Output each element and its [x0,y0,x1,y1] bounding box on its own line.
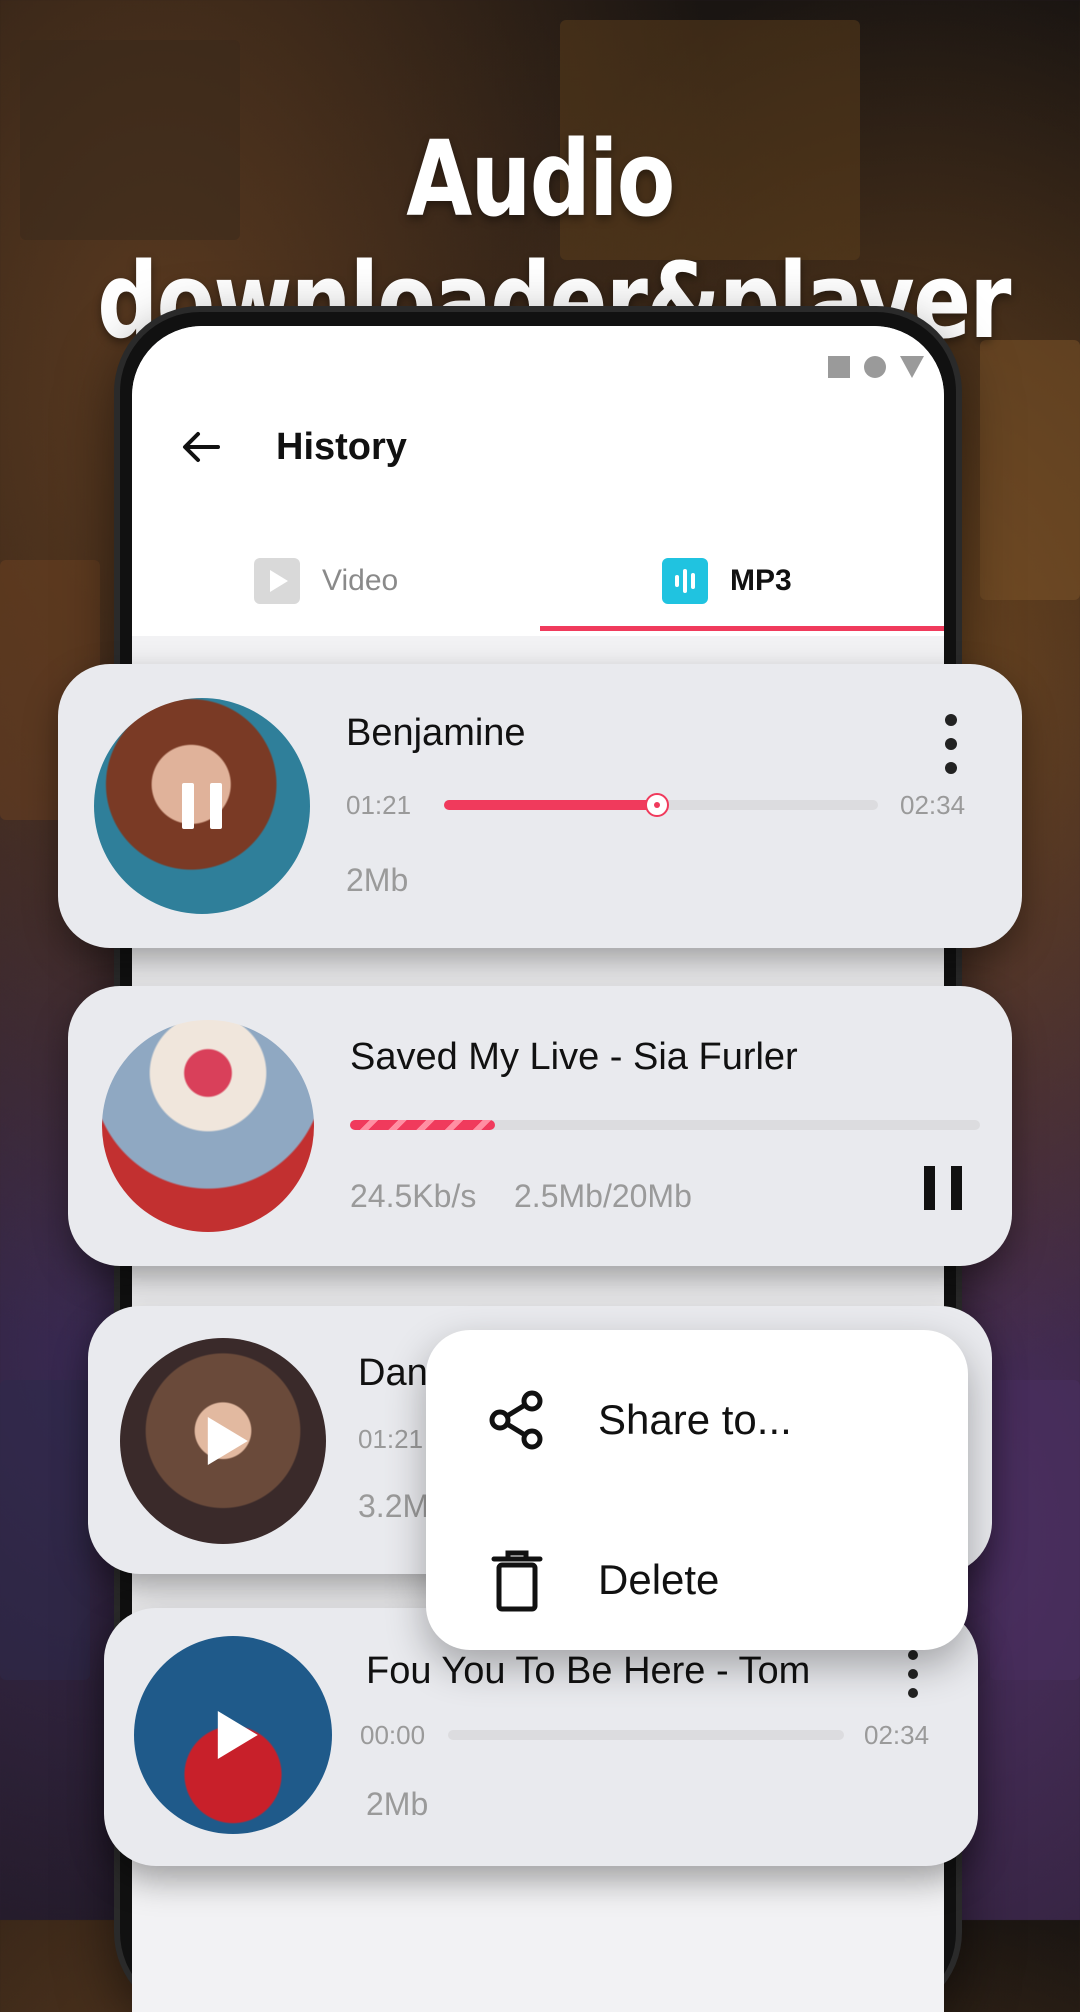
avatar[interactable] [102,1020,314,1232]
circle-icon [864,356,886,378]
download-progress-track [350,1120,980,1130]
list-item[interactable]: Benjamine 01:21 02:34 2Mb [58,664,1022,948]
download-speed: 24.5Kb/s [350,1178,477,1214]
pause-download-icon[interactable] [924,1166,962,1210]
elapsed-time: 01:21 [358,1424,424,1454]
share-label: Share to... [598,1396,792,1443]
pause-icon[interactable] [182,783,222,829]
avatar[interactable] [134,1636,332,1834]
track-title: Fou You To Be Here - Tom [366,1650,811,1692]
file-size: 2Mb [346,862,409,898]
trash-icon [491,1550,543,1612]
track-title: Saved My Live - Sia Furler [350,1036,798,1078]
video-icon [254,558,300,604]
download-progress-fill [350,1120,495,1130]
context-menu: Share to... Delete [426,1330,968,1650]
play-icon[interactable] [217,1711,258,1759]
progress-fill [444,800,657,810]
play-icon[interactable] [207,1417,248,1465]
download-amount: 2.5Mb/20Mb [514,1178,692,1214]
track-title: Benjamine [346,712,526,754]
avatar[interactable] [94,698,310,914]
background-decor [980,340,1080,600]
page-title: History [276,426,407,468]
background-decor [990,1380,1080,1680]
menu-item-delete[interactable]: Delete [426,1510,968,1650]
file-size: 2Mb [366,1786,429,1822]
app-header: History Video MP3 [132,326,944,636]
square-icon [828,356,850,378]
tab-mp3[interactable]: MP3 [662,536,792,626]
elapsed-time: 00:00 [360,1720,426,1750]
mp3-icon [662,558,708,604]
triangle-icon [900,356,924,378]
background-decor [0,1380,90,1680]
progress-track[interactable] [444,793,878,817]
tab-video-label: Video [322,564,399,597]
more-options-icon[interactable] [936,714,966,774]
seek-thumb[interactable] [644,793,669,817]
file-size: 3.2M [358,1488,430,1524]
track-title: Dani [358,1352,437,1394]
menu-item-share[interactable]: Share to... [426,1350,968,1490]
more-options-icon[interactable] [898,1650,928,1698]
status-bar [828,356,924,378]
tab-mp3-label: MP3 [730,564,792,597]
duration-time: 02:34 [900,790,966,820]
tab-indicator [540,626,944,631]
tab-bar: Video MP3 [132,536,944,626]
delete-label: Delete [598,1556,720,1603]
list-item[interactable]: Saved My Live - Sia Furler 24.5Kb/s 2.5M… [68,986,1012,1266]
duration-time: 02:34 [864,1720,930,1750]
progress-track[interactable] [448,1730,844,1740]
tab-video[interactable]: Video [254,536,398,626]
avatar[interactable] [120,1338,326,1544]
elapsed-time: 01:21 [346,790,412,820]
share-icon [489,1390,543,1450]
back-arrow-icon[interactable] [176,422,226,472]
